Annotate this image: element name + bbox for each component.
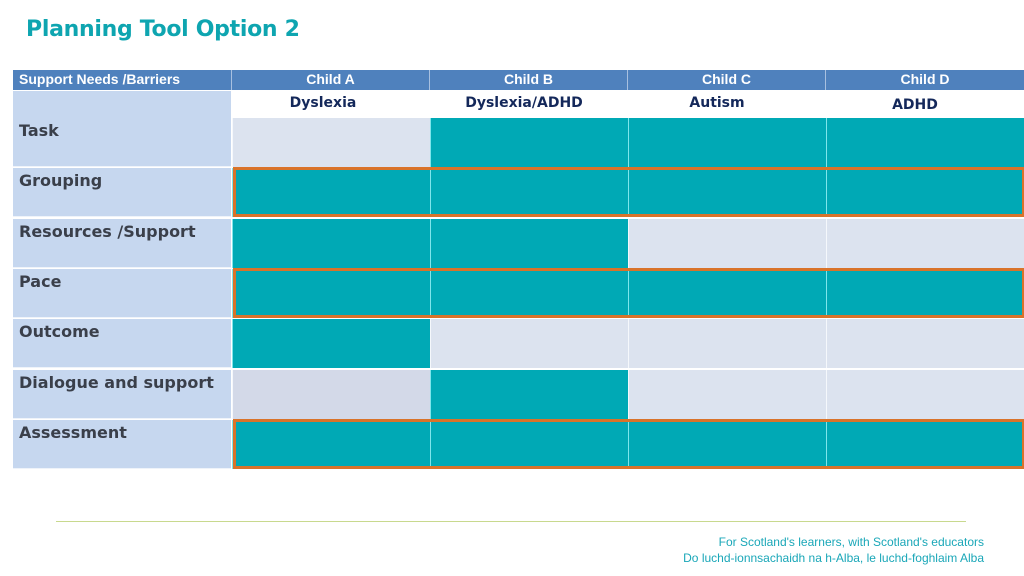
table-row: Resources /Support [13,219,1024,269]
row-label: Assessment [13,420,231,469]
planning-table: Support Needs /Barriers Child A Child B … [13,70,1024,470]
empty-cell[interactable] [826,319,1024,368]
empty-cell[interactable] [628,370,826,419]
header-support-needs: Support Needs /Barriers [13,70,232,90]
row-label: Grouping [13,168,231,217]
empty-cell[interactable] [826,370,1024,419]
filled-cell[interactable] [232,420,430,469]
footer-tagline: For Scotland's learners, with Scotland's… [683,534,984,566]
filled-cell[interactable] [826,168,1024,217]
need-child-b: Dyslexia/ADHD [465,95,583,111]
filled-cell[interactable] [628,420,826,469]
need-child-c: Autism [689,95,745,111]
filled-cell[interactable] [826,118,1024,167]
table-row: Dialogue and support [13,370,1024,420]
header-child-d: Child D [900,71,950,87]
header-child-a: Child A [232,70,430,90]
filled-cell[interactable] [232,219,430,268]
filled-cell[interactable] [232,269,430,318]
filled-cell[interactable] [628,168,826,217]
filled-cell[interactable] [430,269,628,318]
filled-cell[interactable] [628,118,826,167]
footer-tagline-gaelic: Do luchd-ionnsachaidh na h-Alba, le luch… [683,551,984,565]
table-row: Outcome [13,319,1024,369]
footer-divider [56,521,966,522]
row-label: Resources /Support [13,219,231,268]
table-row: Pace [13,269,1024,319]
footer-tagline-english: For Scotland's learners, with Scotland's… [718,535,984,549]
header-child-c: Child C [628,70,826,90]
filled-cell[interactable] [232,168,430,217]
filled-cell[interactable] [826,420,1024,469]
row-label: Task [13,118,231,167]
empty-cell[interactable] [430,319,628,368]
table-row: Grouping [13,168,1024,218]
filled-cell[interactable] [628,269,826,318]
row-label: Pace [13,269,231,318]
empty-cell[interactable] [628,219,826,268]
filled-cell[interactable] [430,168,628,217]
empty-cell[interactable] [232,370,430,419]
filled-cell[interactable] [826,269,1024,318]
filled-cell[interactable] [430,118,628,167]
empty-cell[interactable] [628,319,826,368]
needs-row: Dyslexia Dyslexia/ADHD Autism ADHD [13,91,1024,118]
row-label: Outcome [13,319,231,368]
header-child-b: Child B [430,70,628,90]
page-title: Planning Tool Option 2 [26,17,300,42]
filled-cell[interactable] [430,420,628,469]
need-child-a: Dyslexia [289,95,357,111]
empty-cell[interactable] [826,219,1024,268]
needs-row-label-cell [13,91,231,118]
table-header-row: Support Needs /Barriers Child A Child B … [13,70,1024,90]
table-row: Assessment [13,420,1024,470]
need-child-d: ADHD [892,97,938,113]
filled-cell[interactable] [430,370,628,419]
row-label: Dialogue and support [13,370,231,419]
table-row: Task [13,118,1024,168]
filled-cell[interactable] [232,319,430,368]
empty-cell[interactable] [232,118,430,167]
filled-cell[interactable] [430,219,628,268]
